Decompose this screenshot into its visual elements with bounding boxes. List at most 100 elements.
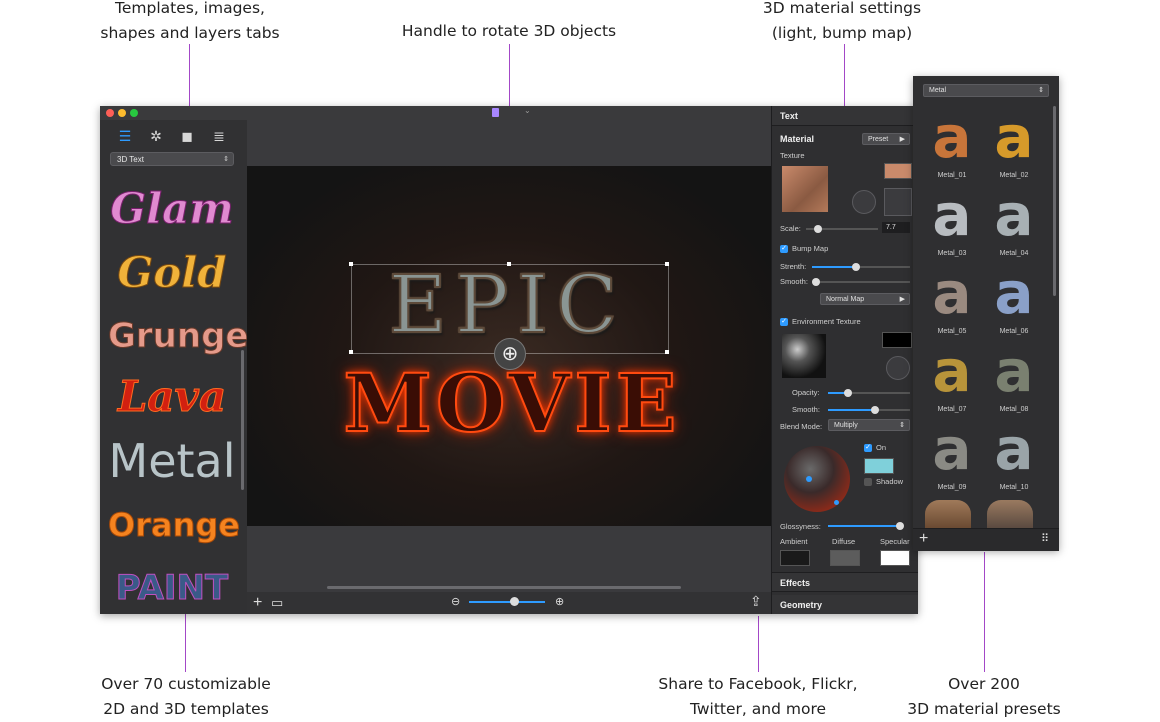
glossyness-slider-knob[interactable] (896, 522, 904, 530)
canvas-scrollbar[interactable] (327, 586, 681, 589)
scale-slider-knob[interactable] (814, 225, 822, 233)
resize-handle[interactable] (507, 262, 511, 266)
preset-metal-11-partial[interactable] (925, 500, 971, 528)
template-metal[interactable]: Metal (108, 434, 236, 488)
resize-handle[interactable] (349, 262, 353, 266)
glossyness-label: Glossyness: (780, 522, 821, 531)
shapes-tab-icon[interactable]: ◼ (178, 128, 196, 144)
zoom-slider[interactable] (469, 601, 545, 603)
glossyness-slider[interactable] (828, 525, 902, 527)
preset-button[interactable]: Preset ▶ (862, 133, 910, 145)
select-arrows-icon: ⇕ (1038, 87, 1044, 94)
smooth-label: Smooth: (780, 277, 808, 286)
texture-thumbnail[interactable] (782, 166, 828, 212)
environment-rotation-dial[interactable] (886, 356, 910, 380)
strength-slider-knob[interactable] (852, 263, 860, 271)
template-orange[interactable]: Orange (108, 506, 241, 545)
preset-metal-01[interactable]: a (925, 108, 979, 168)
scale-label: Scale: (780, 224, 801, 233)
chevron-down-icon[interactable]: ⌄ (524, 106, 531, 115)
preset-label: Metal_06 (999, 328, 1029, 335)
shadow-checkbox[interactable] (864, 478, 872, 486)
blend-mode-select[interactable]: Multiply ⇕ (828, 419, 910, 431)
smooth-slider[interactable] (812, 281, 910, 283)
material-section-header[interactable]: Material (780, 134, 814, 144)
environment-thumbnail[interactable] (782, 334, 826, 378)
geometry-section-header[interactable]: Geometry (772, 595, 918, 614)
add-icon[interactable]: + (253, 595, 262, 611)
light-sphere-preview[interactable] (784, 446, 850, 512)
opacity-slider-rest (846, 392, 910, 394)
normal-map-button[interactable]: Normal Map ▶ (820, 293, 910, 305)
template-gold[interactable]: Gold (108, 248, 236, 298)
preset-metal-09[interactable]: a (925, 420, 979, 480)
environment-color-swatch[interactable] (882, 332, 912, 348)
templates-tab-icon[interactable]: ☰ (116, 128, 134, 144)
preset-metal-12-partial[interactable] (987, 500, 1033, 528)
zoom-window-button[interactable] (130, 109, 138, 117)
env-smooth-slider-knob[interactable] (871, 406, 879, 414)
preset-metal-07[interactable]: a (925, 342, 979, 402)
texture-rotation-dial[interactable] (852, 190, 876, 214)
preset-metal-10[interactable]: a (987, 420, 1041, 480)
preset-metal-02[interactable]: a (987, 108, 1041, 168)
text-movie[interactable]: MOVIE (297, 355, 727, 451)
preset-label: Metal_03 (937, 250, 967, 257)
zoom-in-icon[interactable]: ⊕ (555, 595, 564, 609)
images-tab-icon[interactable]: ✲ (147, 128, 165, 144)
preset-metal-06[interactable]: a (987, 264, 1041, 324)
effects-section-header[interactable]: Effects (772, 572, 918, 592)
template-glam[interactable]: Glam (108, 184, 236, 234)
preset-category-value: Metal (929, 87, 947, 94)
preset-metal-04[interactable]: a (987, 186, 1041, 246)
sidebar-scrollbar[interactable] (241, 350, 244, 490)
resize-handle[interactable] (665, 350, 669, 354)
share-icon[interactable]: ⇪ (750, 594, 762, 608)
play-arrow-icon: ▶ (899, 136, 905, 143)
canvas[interactable]: EPIC MOVIE ⊕ (247, 166, 771, 526)
fit-icon[interactable]: ▭ (271, 596, 283, 610)
light-handle[interactable] (834, 500, 839, 505)
ambient-color-swatch[interactable] (780, 550, 810, 566)
resize-handle[interactable] (349, 350, 353, 354)
env-smooth-slider[interactable] (828, 409, 874, 411)
canvas-area: EPIC MOVIE ⊕ + ▭ ⊖ ⊕ ⇪ (247, 120, 771, 614)
template-lava[interactable]: Lava (108, 372, 236, 422)
preset-category-select[interactable]: Metal ⇕ (923, 84, 1049, 97)
minimize-window-button[interactable] (118, 109, 126, 117)
diffuse-color-swatch[interactable] (830, 550, 860, 566)
templates-sidebar: ☰ ✲ ◼ ≣ 3D Text ⇕ Glam Gold Grunge Lava … (100, 120, 249, 614)
template-grunge[interactable]: Grunge (108, 316, 249, 357)
callout-templates-line2: 2D and 3D templates (103, 700, 269, 718)
preset-metal-03[interactable]: a (925, 186, 979, 246)
light-handle[interactable] (806, 476, 812, 482)
light-color-swatch[interactable] (864, 458, 894, 474)
template-category-select[interactable]: 3D Text ⇕ (110, 152, 234, 166)
bump-map-checkbox[interactable]: ✓ (780, 245, 788, 253)
close-window-button[interactable] (106, 109, 114, 117)
add-icon[interactable]: + (919, 530, 928, 548)
zoom-out-icon[interactable]: ⊖ (451, 595, 460, 609)
opacity-slider-knob[interactable] (844, 389, 852, 397)
texture-color-swatch[interactable] (884, 163, 912, 179)
preset-metal-08[interactable]: a (987, 342, 1041, 402)
strength-slider[interactable] (812, 266, 856, 268)
specular-color-swatch[interactable] (880, 550, 910, 566)
text-section-header[interactable]: Text (772, 106, 918, 126)
scale-value[interactable]: 7.7 (882, 222, 910, 233)
grid-icon[interactable]: ⠿ (1041, 532, 1049, 545)
presets-scrollbar[interactable] (1053, 106, 1056, 296)
layers-tab-icon[interactable]: ≣ (210, 128, 228, 144)
rotate-handle-icon[interactable]: ⊕ (494, 338, 526, 370)
zoom-slider-knob[interactable] (510, 597, 519, 606)
texture-offset-pad[interactable] (884, 188, 912, 216)
callout-templates-line1: Over 70 customizable (101, 675, 271, 693)
smooth-slider-knob[interactable] (812, 278, 820, 286)
environment-texture-checkbox[interactable]: ✓ (780, 318, 788, 326)
resize-handle[interactable] (665, 262, 669, 266)
opacity-label: Opacity: (792, 388, 820, 397)
light-on-checkbox[interactable]: ✓ (864, 444, 872, 452)
template-paint[interactable]: PAINT (108, 568, 236, 609)
preset-metal-05[interactable]: a (925, 264, 979, 324)
callout-presets-line1: Over 200 (948, 675, 1020, 693)
